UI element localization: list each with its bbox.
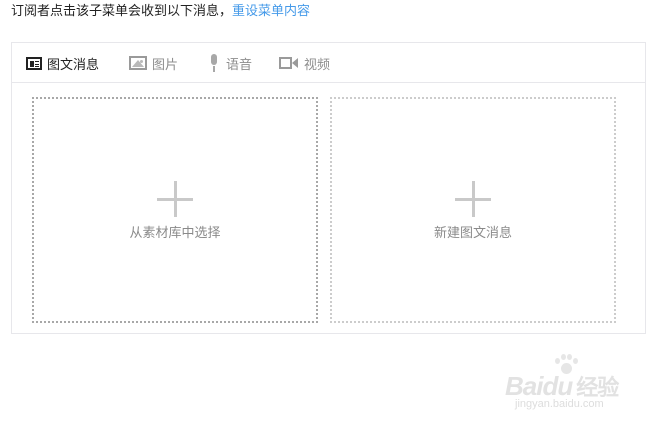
watermark-url: jingyan.baidu.com [515,398,604,410]
microphone-icon [207,54,221,72]
tab-news-label: 图文消息 [47,57,100,73]
tab-voice[interactable]: 语音 [207,53,252,73]
menu-description: 订阅者点击该子菜单会收到以下消息，重设菜单内容 [11,3,310,21]
baidu-jingyan-watermark: Baidu 经验 jingyan.baidu.com [505,352,655,412]
watermark-brand-latin: Baidu [505,371,573,401]
tab-voice-label: 语音 [226,57,253,73]
menu-description-text: 订阅者点击该子菜单会收到以下消息， [11,4,233,19]
select-from-library-button[interactable]: 从素材库中选择 [32,97,318,323]
tab-news[interactable]: 图文消息 [26,53,99,73]
tab-video-label: 视频 [304,57,331,73]
select-from-library-label: 从素材库中选择 [129,226,221,241]
tab-image[interactable]: 图片 [129,53,178,73]
tab-video[interactable]: 视频 [279,53,330,73]
tab-image-label: 图片 [152,57,179,73]
news-icon [26,56,42,70]
watermark-brand-cn: 经验 [576,375,619,400]
video-icon [279,56,299,70]
create-news-message-button[interactable]: 新建图文消息 [330,97,616,323]
message-editor-panel: 图文消息 图片 语音 视频 从素材库中选择 新建图文消息 [11,42,646,334]
plus-icon [455,181,491,217]
message-type-tabs: 图文消息 图片 语音 视频 [12,43,645,83]
reset-menu-link[interactable]: 重设菜单内容 [232,4,310,19]
image-icon [129,56,147,70]
create-news-message-label: 新建图文消息 [433,226,512,241]
plus-icon [157,181,193,217]
